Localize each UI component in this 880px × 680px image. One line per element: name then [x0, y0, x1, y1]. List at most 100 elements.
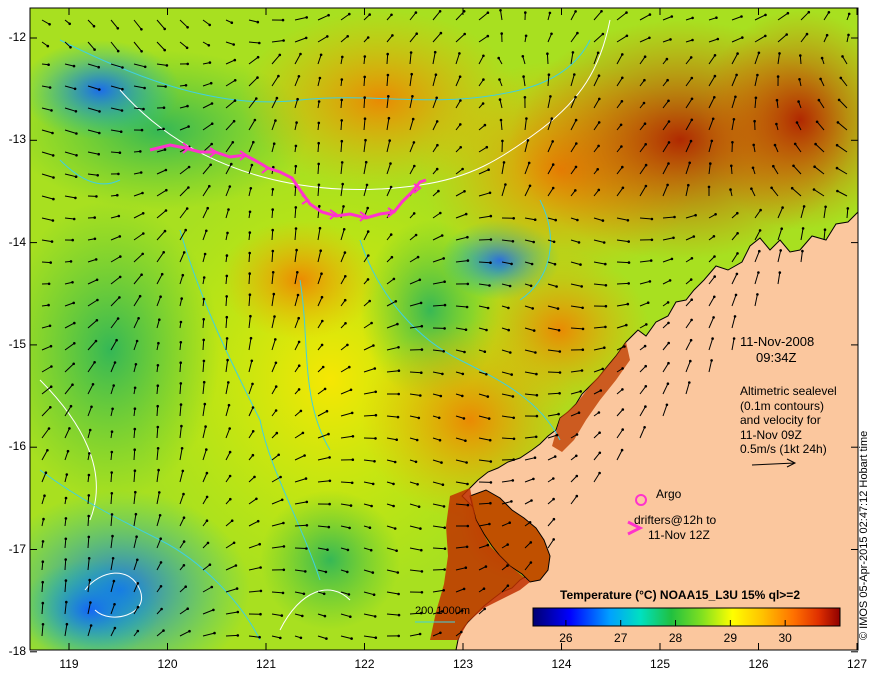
- velocity-arrow-head: [74, 175, 78, 178]
- velocity-arrow-head: [41, 580, 44, 584]
- velocity-arrow-head: [251, 406, 255, 409]
- velocity-arrow-head: [274, 361, 278, 365]
- velocity-arrow-head: [530, 499, 533, 502]
- velocity-arrow-head: [644, 143, 647, 146]
- velocity-arrow-head: [535, 393, 539, 397]
- velocity-arrow-head: [741, 36, 744, 39]
- velocity-arrow-head: [297, 340, 301, 344]
- velocity-arrow-head: [837, 98, 841, 102]
- velocity-arrow-head: [713, 255, 716, 258]
- velocity-arrow-head: [135, 535, 138, 538]
- velocity-arrow-head: [645, 323, 648, 326]
- velocity-arrow-head: [599, 389, 603, 392]
- velocity-arrow-head: [526, 139, 530, 142]
- velocity-arrow-head: [690, 97, 694, 101]
- velocity-arrow-head: [133, 386, 137, 390]
- velocity-arrow-head: [232, 43, 235, 46]
- velocity-arrow-head: [415, 438, 419, 442]
- velocity-arrow-head: [463, 190, 466, 193]
- velocity-arrow-head: [729, 188, 732, 191]
- velocity-arrow-head: [344, 322, 347, 325]
- velocity-arrow-head: [73, 321, 76, 325]
- velocity-arrow-head: [770, 186, 773, 190]
- velocity-arrow-head: [435, 167, 439, 171]
- velocity-arrow-head: [202, 380, 206, 384]
- velocity-arrow-head: [387, 95, 390, 98]
- credit-text: © IMOS 05-Apr-2015 02:47:12 Hobart time: [858, 430, 870, 640]
- velocity-arrow: [248, 273, 251, 285]
- velocity-arrow-head: [347, 593, 351, 596]
- velocity-arrow: [271, 230, 274, 241]
- velocity-arrow-head: [498, 78, 501, 81]
- velocity-arrow-head: [140, 28, 143, 31]
- velocity-arrow-head: [282, 39, 285, 42]
- velocity-arrow-head: [396, 322, 399, 326]
- velocity-arrow-head: [258, 41, 261, 45]
- velocity-arrow-head: [236, 610, 240, 614]
- velocity-arrow-head: [772, 164, 775, 168]
- velocity-arrow-head: [365, 183, 369, 187]
- velocity-arrow-head: [733, 315, 737, 318]
- velocity-arrow-head: [140, 50, 143, 53]
- velocity-arrow-head: [72, 217, 76, 221]
- velocity-arrow-head: [301, 614, 304, 618]
- velocity-arrow-head: [249, 314, 252, 318]
- velocity-arrow-head: [277, 453, 281, 457]
- velocity-arrow-head: [596, 51, 600, 55]
- velocity-arrow-head: [646, 301, 650, 305]
- velocity-arrow-head: [650, 238, 654, 242]
- velocity-arrow-head: [397, 346, 400, 349]
- velocity-arrow-head: [135, 339, 139, 343]
- velocity-arrow-head: [159, 537, 162, 540]
- y-tick-label: -13: [8, 132, 26, 147]
- velocity-arrow-head: [228, 474, 232, 478]
- velocity-arrow-head: [136, 558, 139, 562]
- velocity-arrow-head: [98, 88, 101, 91]
- velocity-arrow-head: [110, 513, 114, 516]
- x-tick-label: 123: [452, 657, 474, 671]
- velocity-arrow-head: [735, 73, 738, 77]
- velocity-arrow-head: [643, 78, 646, 82]
- velocity-arrow-head: [815, 120, 819, 124]
- velocity-arrow-head: [393, 527, 397, 530]
- y-tick-label: -16: [8, 439, 26, 454]
- velocity-arrow-head: [65, 622, 69, 626]
- velocity-arrow-head: [511, 479, 515, 482]
- velocity-arrow-head: [417, 416, 421, 420]
- velocity-arrow-head: [667, 99, 670, 103]
- velocity-arrow-head: [642, 101, 646, 105]
- velocity-arrow-head: [688, 161, 691, 165]
- velocity-arrow-head: [418, 278, 422, 282]
- velocity-arrow-head: [571, 51, 575, 54]
- velocity-arrow-head: [256, 20, 260, 24]
- velocity-arrow-head: [180, 424, 183, 428]
- velocity-arrow-head: [812, 188, 816, 191]
- x-tick-label: 125: [649, 657, 671, 671]
- velocity-arrow-head: [274, 119, 277, 122]
- velocity-arrow-head: [626, 219, 630, 222]
- velocity-arrow-head: [554, 218, 557, 222]
- velocity-arrow-head: [227, 403, 231, 407]
- velocity-arrow-head: [346, 343, 349, 347]
- velocity-arrow-head: [278, 53, 282, 57]
- velocity-arrow-head: [574, 118, 578, 122]
- velocity-arrow-head: [49, 261, 52, 264]
- velocity-arrow-head: [188, 629, 191, 633]
- velocity-arrow-head: [89, 601, 92, 604]
- velocity-arrow-head: [134, 512, 138, 516]
- velocity-arrow-head: [666, 382, 670, 386]
- velocity-arrow-head: [619, 123, 623, 127]
- velocity-arrow-head: [550, 117, 554, 120]
- velocity-arrow-head: [534, 435, 538, 439]
- velocity-arrow-head: [497, 56, 501, 60]
- velocity-arrow-head: [348, 12, 351, 16]
- velocity-arrow-head: [552, 517, 556, 521]
- velocity-arrow-head: [442, 350, 446, 353]
- velocity-arrow-head: [489, 238, 493, 241]
- velocity-arrow-head: [41, 560, 45, 563]
- velocity-arrow-head: [203, 252, 207, 256]
- velocity-arrow-head: [253, 118, 257, 122]
- velocity-arrow-head: [820, 56, 824, 60]
- velocity-arrow-head: [489, 261, 492, 265]
- altimetry-note-line: 0.5m/s (1kt 24h): [740, 442, 827, 456]
